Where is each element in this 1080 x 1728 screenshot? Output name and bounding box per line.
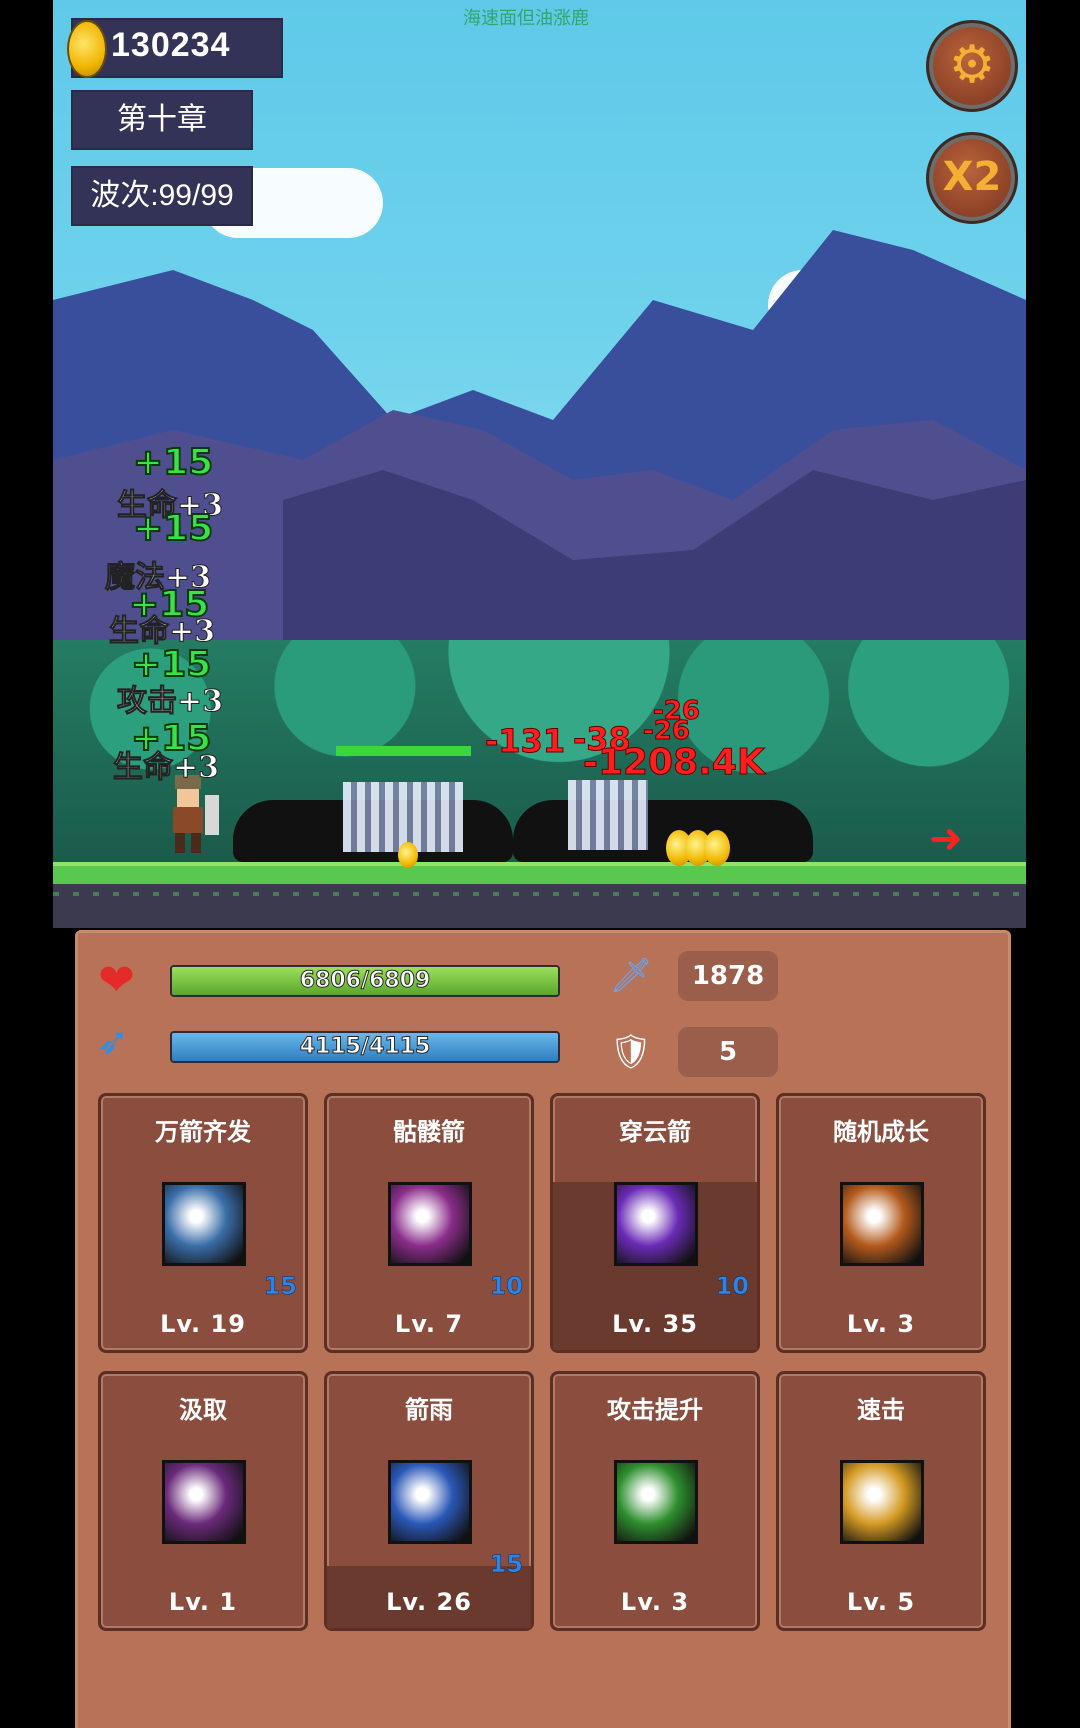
mp-bar: 4115/4115 xyxy=(170,1031,560,1063)
skill-name: 穿云箭 xyxy=(619,1118,691,1146)
vortex-icon xyxy=(162,1460,246,1544)
skill-card[interactable]: 万箭齐发 15 Lv. 19 xyxy=(98,1093,308,1353)
quick-strike-icon xyxy=(840,1460,924,1544)
mp-text: 4115/4115 xyxy=(299,1034,431,1060)
skill-name: 随机成长 xyxy=(833,1118,929,1146)
gold-counter: 130234 xyxy=(67,18,283,78)
skeleton-enemy xyxy=(568,780,648,850)
sword-icon: 🗡 xyxy=(609,956,653,996)
advance-arrow-icon: ➜ xyxy=(929,816,963,862)
skill-name: 万箭齐发 xyxy=(155,1118,251,1146)
skill-card[interactable]: 汲取 Lv. 1 xyxy=(98,1371,308,1631)
skill-card[interactable]: 速击 Lv. 5 xyxy=(776,1371,986,1631)
fist-icon xyxy=(840,1182,924,1266)
skill-level: Lv. 7 xyxy=(394,1310,464,1338)
skill-card[interactable]: 攻击提升 Lv. 3 xyxy=(550,1371,760,1631)
skill-level: Lv. 3 xyxy=(846,1310,916,1338)
skill-card[interactable]: 穿云箭 10 Lv. 35 xyxy=(550,1093,760,1353)
skill-count: 15 xyxy=(489,1550,523,1579)
up-arrow-icon xyxy=(614,1460,698,1544)
gold-coin-icon xyxy=(67,20,107,78)
skill-level: Lv. 3 xyxy=(620,1588,690,1616)
arrow-burst-icon xyxy=(162,1182,246,1266)
stat-gain-text: 攻击+3 xyxy=(116,684,224,720)
gold-value: 130234 xyxy=(111,26,231,64)
skill-level: Lv. 5 xyxy=(846,1588,916,1616)
attack-value: 1878 xyxy=(678,951,778,1001)
upgrade-panel: ❤ 6806/6809 ➶ 4115/4115 🗡 1878 🛡 5 万箭齐发 1… xyxy=(75,930,1011,1728)
skill-name: 骷髅箭 xyxy=(393,1118,465,1146)
battle-scene: ➜ +15 生命+3 +15 魔法+3 +15 生命+3 +15 攻击+3 +1… xyxy=(53,0,1026,928)
stat-gain-text: 生命+3 xyxy=(112,750,220,786)
wave-counter: 波次:99/99 xyxy=(71,166,253,226)
watermark-text: 海速面但油涨鹿 xyxy=(463,8,589,29)
skill-name: 速击 xyxy=(857,1396,905,1424)
hp-text: 6806/6809 xyxy=(299,968,431,994)
damage-text: -131 xyxy=(484,722,566,761)
gold-coin-drop xyxy=(704,830,730,866)
shield-icon: 🛡 xyxy=(609,1032,653,1072)
mana-wing-icon: ➶ xyxy=(96,1019,130,1065)
speed-x2-button[interactable]: X2 xyxy=(926,132,1018,224)
skill-card[interactable]: 箭雨 15 Lv. 26 xyxy=(324,1371,534,1631)
skill-name: 攻击提升 xyxy=(607,1396,703,1424)
game-screen: ➜ +15 生命+3 +15 魔法+3 +15 生命+3 +15 攻击+3 +1… xyxy=(53,0,1026,1728)
heart-icon: ❤ xyxy=(98,955,135,1006)
settings-button[interactable]: ⚙ xyxy=(926,20,1018,112)
heal-text: +15 xyxy=(132,441,214,484)
skill-level: Lv. 19 xyxy=(160,1310,246,1338)
gear-icon: ⚙ xyxy=(948,35,996,95)
skill-name: 箭雨 xyxy=(405,1396,453,1424)
hp-bar: 6806/6809 xyxy=(170,965,560,997)
ground-dirt xyxy=(53,884,1026,928)
chapter-label: 第十章 xyxy=(71,90,253,150)
piercing-arrow-icon xyxy=(614,1182,698,1266)
archer-hero xyxy=(173,775,219,853)
damage-text: -1208.4K xyxy=(583,742,766,784)
skull-icon xyxy=(388,1182,472,1266)
defense-value: 5 xyxy=(678,1027,778,1077)
gold-coin-drop xyxy=(398,842,418,868)
arrow-rain-icon xyxy=(388,1460,472,1544)
heal-text: +15 xyxy=(132,507,214,550)
skill-level: Lv. 35 xyxy=(612,1310,698,1338)
skill-name: 汲取 xyxy=(179,1396,227,1424)
skeleton-enemy xyxy=(343,782,463,852)
skill-level: Lv. 1 xyxy=(168,1588,238,1616)
skill-card[interactable]: 骷髅箭 10 Lv. 7 xyxy=(324,1093,534,1353)
skill-count: 15 xyxy=(263,1272,297,1301)
enemy-health-bar xyxy=(336,746,471,756)
skill-count: 10 xyxy=(489,1272,523,1301)
skill-card[interactable]: 随机成长 Lv. 3 xyxy=(776,1093,986,1353)
skill-level: Lv. 26 xyxy=(386,1588,472,1616)
shadow-enemy xyxy=(513,800,813,862)
skill-count: 10 xyxy=(715,1272,749,1301)
